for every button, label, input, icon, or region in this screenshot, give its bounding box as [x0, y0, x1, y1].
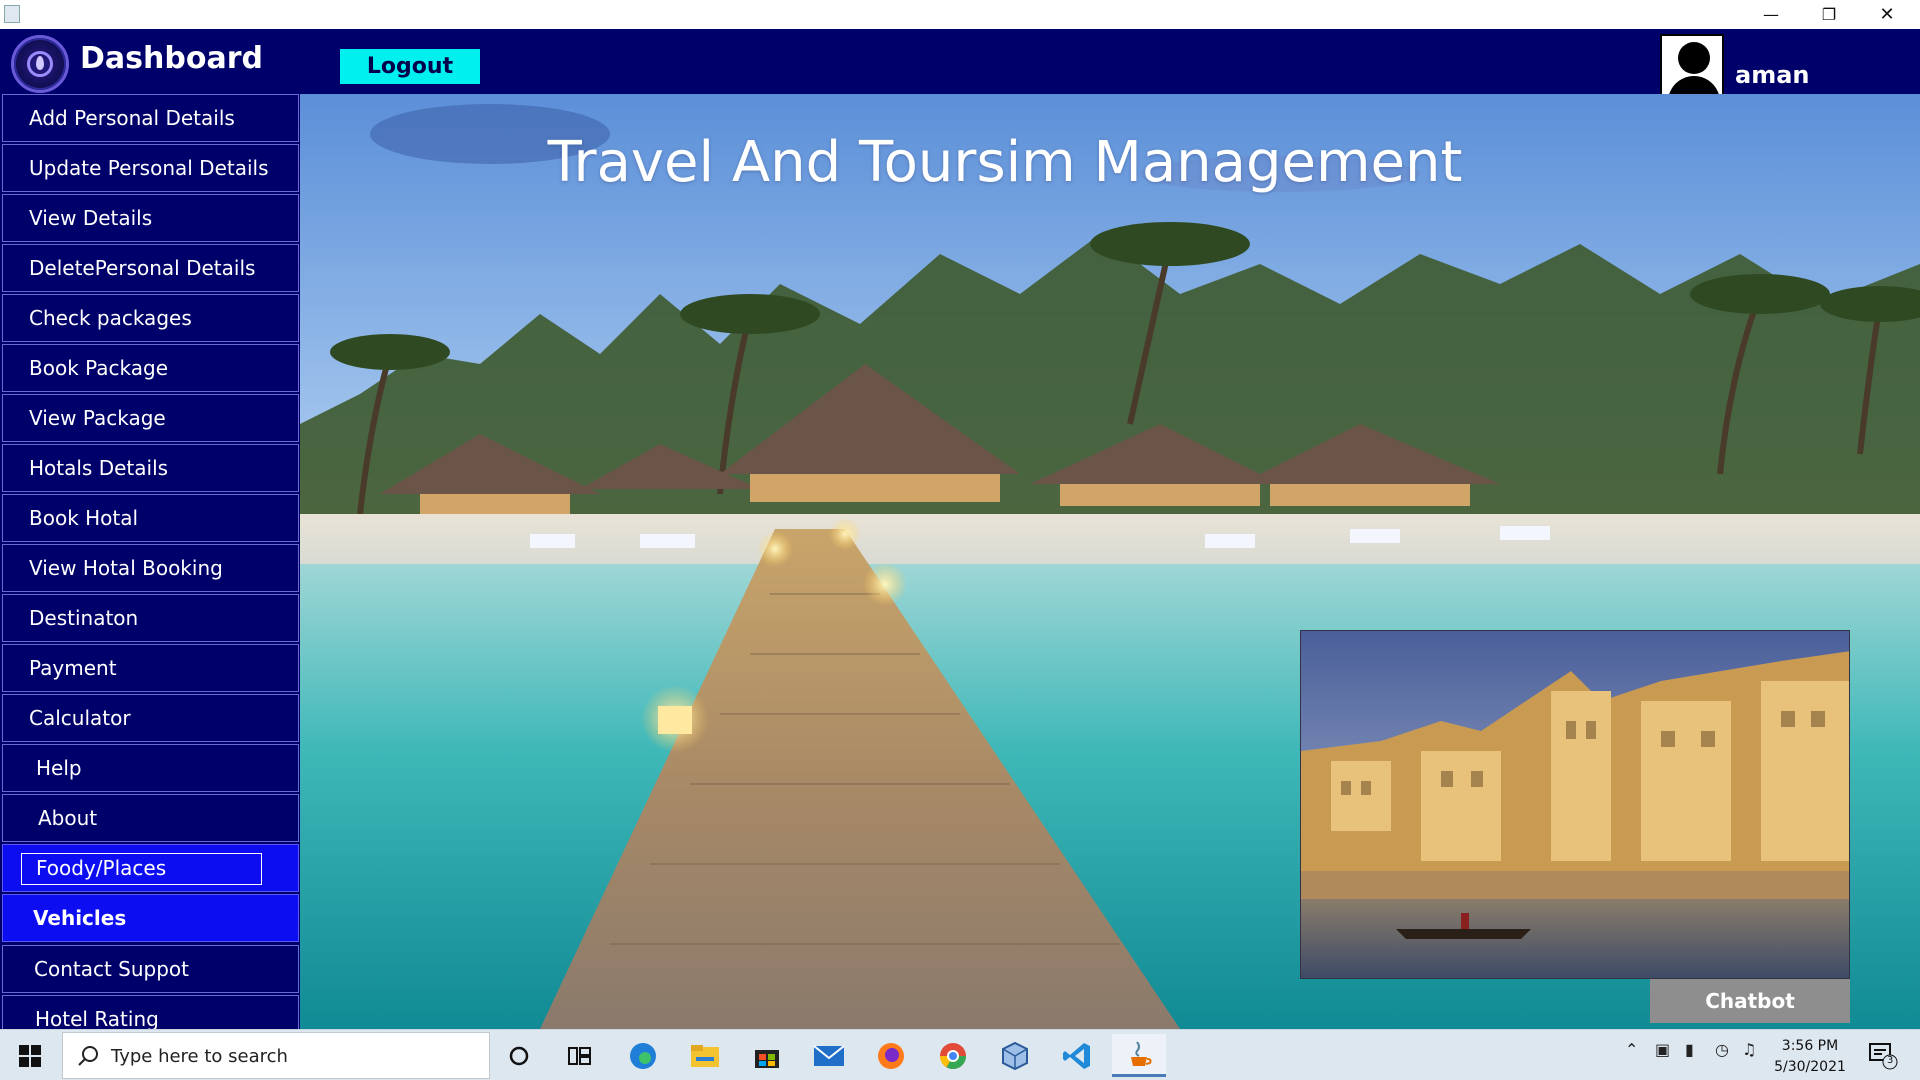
- sidebar-item-hotel-rating[interactable]: Hotel Rating: [2, 995, 299, 1029]
- java-icon[interactable]: [1112, 1034, 1166, 1077]
- notification-count: 3: [1887, 1055, 1894, 1066]
- java-app-icon: [4, 5, 20, 23]
- sidebar-item-hotels-details[interactable]: Hotals Details: [2, 444, 299, 492]
- taskbar-search-input[interactable]: Type here to search: [62, 1032, 490, 1079]
- windows-start-icon[interactable]: [0, 1030, 60, 1080]
- username-label: aman: [1735, 61, 1810, 89]
- destination-photo: [1300, 630, 1850, 979]
- sidebar-item-contact-support[interactable]: Contact Suppot: [2, 945, 299, 993]
- wifi-icon[interactable]: ◷: [1715, 1040, 1729, 1059]
- window-titlebar: — ❐ ✕: [0, 0, 1920, 29]
- task-view-icon[interactable]: [553, 1034, 607, 1077]
- notification-center-icon[interactable]: 3: [1868, 1040, 1898, 1070]
- sidebar-item-about[interactable]: About: [2, 794, 299, 842]
- sidebar-item-label: Book Hotal: [29, 506, 139, 530]
- show-hidden-icons-icon[interactable]: ⌃: [1625, 1040, 1638, 1059]
- sidebar-item-payment[interactable]: Payment: [2, 644, 299, 692]
- sidebar-menu: Add Personal Details Update Personal Det…: [0, 94, 300, 1029]
- sidebar-item-label: Hotals Details: [29, 456, 169, 480]
- sidebar-item-label: About: [38, 806, 98, 830]
- close-icon[interactable]: ✕: [1858, 0, 1916, 29]
- search-placeholder: Type here to search: [111, 1046, 288, 1067]
- app-header: Dashboard Logout aman: [0, 29, 1920, 96]
- sidebar-item-label: Payment: [29, 656, 117, 680]
- sidebar-item-label: Contact Suppot: [34, 957, 190, 981]
- logout-button[interactable]: Logout: [340, 49, 480, 84]
- sidebar-item-label: Update Personal Details: [29, 156, 269, 180]
- clock-time: 3:56 PM: [1781, 1038, 1839, 1054]
- volume-icon[interactable]: ♫: [1742, 1040, 1756, 1059]
- sidebar-item-label: View Package: [29, 406, 166, 430]
- taskbar-clock[interactable]: 3:56 PM 5/30/2021: [1760, 1036, 1860, 1078]
- vscode-icon[interactable]: [1050, 1034, 1104, 1077]
- sidebar-item-help[interactable]: Help: [2, 744, 299, 792]
- sidebar-item-book-package[interactable]: Book Package: [2, 344, 299, 392]
- sidebar-item-delete-personal-details[interactable]: DeletePersonal Details: [2, 244, 299, 292]
- sidebar-item-view-details[interactable]: View Details: [2, 194, 299, 242]
- clock-date: 5/30/2021: [1774, 1059, 1846, 1075]
- sidebar-item-label: Help: [36, 756, 82, 780]
- page-title: Travel And Toursim Management: [547, 130, 1463, 195]
- cortana-icon[interactable]: [492, 1034, 546, 1077]
- sidebar-item-view-hotel-booking[interactable]: View Hotal Booking: [2, 544, 299, 592]
- virtualbox-icon[interactable]: [988, 1034, 1042, 1077]
- search-icon: [78, 1046, 98, 1066]
- file-explorer-icon[interactable]: [678, 1034, 732, 1077]
- minimize-icon[interactable]: —: [1742, 0, 1800, 29]
- sidebar-item-destination[interactable]: Destinaton: [2, 594, 299, 642]
- chatbot-button[interactable]: Chatbot: [1650, 979, 1850, 1023]
- restore-icon[interactable]: ❐: [1800, 0, 1858, 29]
- sidebar-item-label: Check packages: [29, 306, 192, 330]
- sidebar-item-calculator[interactable]: Calculator: [2, 694, 299, 742]
- sidebar-item-label: Destinaton: [29, 606, 139, 630]
- sidebar-item-view-package[interactable]: View Package: [2, 394, 299, 442]
- sidebar-item-update-personal-details[interactable]: Update Personal Details: [2, 144, 299, 192]
- app-title: Dashboard: [80, 41, 263, 76]
- sidebar-item-label: Vehicles: [33, 906, 127, 930]
- sidebar-item-label: Add Personal Details: [29, 106, 235, 130]
- sidebar-item-label: View Details: [29, 206, 153, 230]
- windows-taskbar: Type here to search ⌃ ▣ ▮ ◷ ♫ 3:56 PM 5/…: [0, 1029, 1920, 1080]
- chrome-icon[interactable]: [926, 1034, 980, 1077]
- sidebar-item-label: Calculator: [29, 706, 131, 730]
- sidebar-item-vehicles[interactable]: Vehicles: [2, 894, 299, 942]
- app-logo-icon: [11, 35, 69, 93]
- sidebar-item-label: Hotel Rating: [35, 1007, 159, 1029]
- mail-icon[interactable]: [802, 1034, 856, 1077]
- sidebar-item-foody-places[interactable]: Foody/Places: [2, 844, 299, 892]
- sidebar-item-label: DeletePersonal Details: [29, 256, 256, 280]
- sidebar-item-check-packages[interactable]: Check packages: [2, 294, 299, 342]
- meet-now-icon[interactable]: ▣: [1655, 1040, 1670, 1059]
- battery-icon[interactable]: ▮: [1685, 1040, 1694, 1059]
- store-icon[interactable]: [740, 1034, 794, 1077]
- sidebar-item-add-personal-details[interactable]: Add Personal Details: [2, 94, 299, 142]
- user-avatar-icon: [1660, 34, 1724, 96]
- edge-icon[interactable]: [616, 1034, 670, 1077]
- sidebar-item-label: View Hotal Booking: [29, 556, 223, 580]
- sidebar-item-label: Book Package: [29, 356, 169, 380]
- firefox-icon[interactable]: [864, 1034, 918, 1077]
- sidebar-item-label: Foody/Places: [36, 856, 167, 880]
- sidebar-item-book-hotel[interactable]: Book Hotal: [2, 494, 299, 542]
